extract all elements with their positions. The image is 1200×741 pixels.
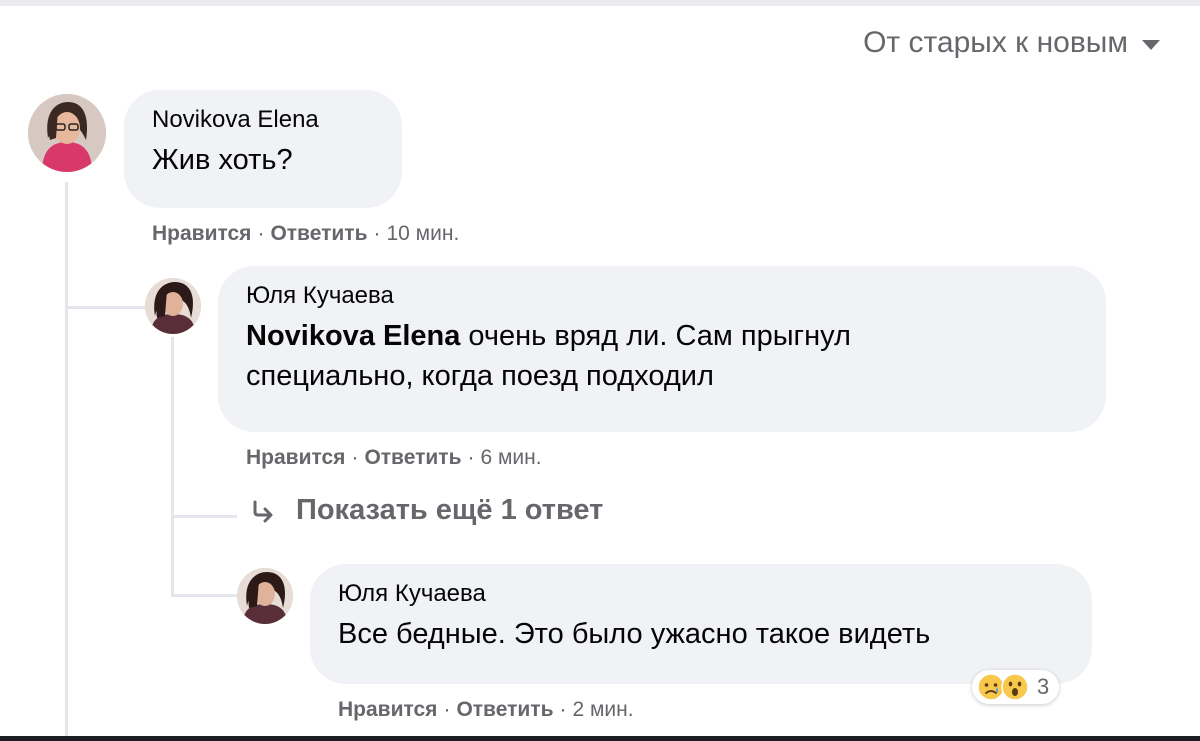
comment-author[interactable]: Novikova Elena bbox=[152, 106, 374, 134]
comment-actions: Нравится · Ответить · 6 мин. bbox=[246, 446, 542, 469]
like-link[interactable]: Нравится bbox=[338, 698, 437, 721]
like-link[interactable]: Нравится bbox=[152, 222, 251, 245]
comment-time[interactable]: 6 мин. bbox=[480, 446, 541, 469]
comment-actions: Нравится · Ответить · 10 мин. bbox=[152, 222, 460, 245]
show-more-replies-button[interactable]: Показать ещё 1 ответ bbox=[248, 494, 603, 527]
thread-line-main bbox=[65, 182, 68, 736]
avatar[interactable] bbox=[28, 94, 106, 172]
avatar[interactable] bbox=[145, 278, 201, 334]
wow-reaction-icon bbox=[1001, 673, 1029, 701]
comment-bubble: Юля Кучаева Все бедные. Это было ужасно … bbox=[310, 564, 1092, 684]
reactions-badge[interactable]: 3 bbox=[972, 670, 1060, 704]
bottom-border bbox=[0, 736, 1200, 741]
reply-arrow-icon bbox=[253, 500, 273, 522]
avatar[interactable] bbox=[237, 568, 293, 624]
top-divider bbox=[0, 0, 1200, 6]
show-more-label: Показать ещё 1 ответ bbox=[296, 494, 604, 526]
comment-author[interactable]: Юля Кучаева bbox=[246, 282, 1078, 310]
comment-text-line2: специально, когда поезд подходил bbox=[246, 360, 714, 392]
comment-actions: Нравится · Ответить · 2 мин. bbox=[338, 698, 634, 721]
reply-link[interactable]: Ответить bbox=[456, 698, 553, 721]
sort-label: От старых к новым bbox=[863, 26, 1128, 59]
thread-line-reply bbox=[171, 337, 174, 595]
reply-link[interactable]: Ответить bbox=[364, 446, 461, 469]
comment-text: Novikova Elena очень вряд ли. Сам прыгну… bbox=[246, 316, 1078, 396]
thread-line-branch-1 bbox=[65, 306, 145, 309]
mention-link[interactable]: Novikova Elena bbox=[246, 320, 460, 352]
comment-text-line1: очень вряд ли. Сам прыгнул bbox=[460, 320, 851, 352]
comment-author[interactable]: Юля Кучаева bbox=[338, 580, 1064, 608]
comment-bubble: Юля Кучаева Novikova Elena очень вряд ли… bbox=[218, 266, 1106, 432]
comment-time[interactable]: 10 мин. bbox=[386, 222, 459, 245]
comment-text: Жив хоть? bbox=[152, 144, 293, 176]
comment-time[interactable]: 2 мин. bbox=[572, 698, 633, 721]
sort-dropdown[interactable]: От старых к новым bbox=[863, 26, 1160, 60]
reply-link[interactable]: Ответить bbox=[270, 222, 367, 245]
comment-bubble: Novikova Elena Жив хоть? bbox=[124, 90, 402, 208]
caret-down-icon bbox=[1142, 40, 1160, 50]
thread-line-branch-2 bbox=[171, 515, 237, 518]
comments-section: От старых к новым Novikova Elena Жив хот… bbox=[0, 0, 1200, 741]
like-link[interactable]: Нравится bbox=[246, 446, 345, 469]
thread-line-branch-3 bbox=[171, 594, 237, 597]
comment-text: Все бедные. Это было ужасно такое видеть bbox=[338, 618, 931, 650]
reaction-count: 3 bbox=[1037, 674, 1050, 699]
